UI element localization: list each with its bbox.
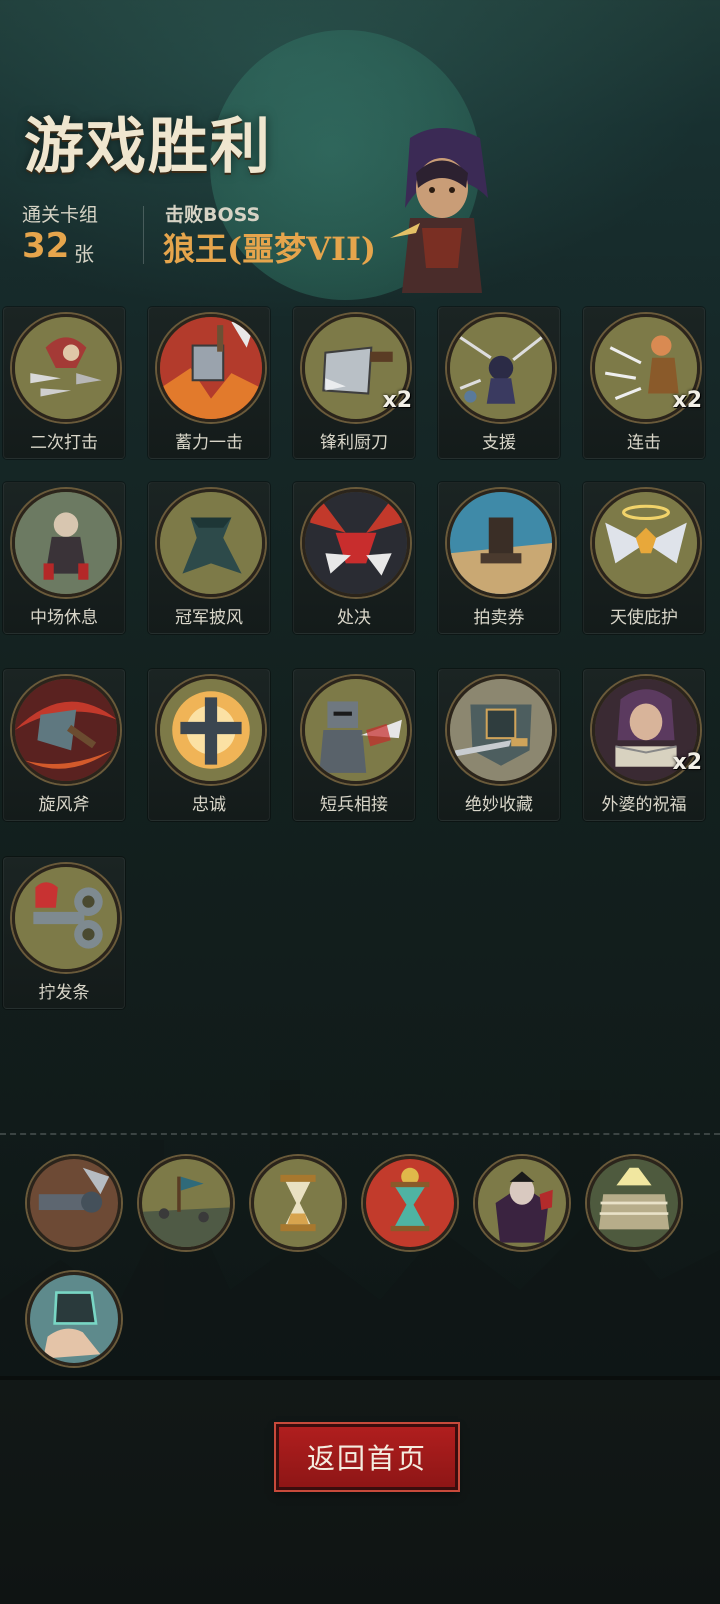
melee-icon <box>302 676 410 784</box>
card-item[interactable]: 天使庇护 <box>583 482 705 634</box>
wind-up-key-icon <box>12 864 120 972</box>
footer-bar <box>0 1376 720 1604</box>
card-item[interactable]: 拧发条 <box>3 857 125 1009</box>
boxing-ring-relic-icon[interactable] <box>587 1156 681 1250</box>
count-badge: x2 <box>672 750 703 775</box>
cape-icon <box>157 489 265 597</box>
card-item[interactable]: x2 锋利厨刀 <box>293 307 415 459</box>
card-name: 旋风斧 <box>38 795 90 815</box>
double-strike-icon <box>12 314 120 422</box>
hourglass-relic-icon[interactable] <box>251 1156 345 1250</box>
card-item[interactable]: 支援 <box>438 307 560 459</box>
card-name: 短兵相接 <box>320 795 388 815</box>
count-badge: x2 <box>382 388 413 413</box>
stat-divider <box>143 206 144 264</box>
card-name: 天使庇护 <box>610 608 678 628</box>
card-name: 处决 <box>337 608 371 628</box>
battlefield-relic-icon[interactable] <box>139 1156 233 1250</box>
card-name: 外婆的祝福 <box>601 795 687 815</box>
deck-unit: 张 <box>74 242 94 266</box>
card-name: 连击 <box>627 433 661 453</box>
card-item[interactable]: 短兵相接 <box>293 669 415 821</box>
card-item[interactable]: 中场休息 <box>3 482 125 634</box>
card-item[interactable]: 绝妙收藏 <box>438 669 560 821</box>
page-title: 游戏胜利 <box>24 112 272 182</box>
card-item[interactable]: 处决 <box>293 482 415 634</box>
magic-hand-relic-icon[interactable] <box>27 1272 121 1366</box>
card-name: 拧发条 <box>38 983 90 1003</box>
card-name: 拍卖券 <box>473 608 525 628</box>
intermission-icon <box>12 489 120 597</box>
card-name: 绝妙收藏 <box>465 795 533 815</box>
boss-label: 击败BOSS <box>165 204 261 226</box>
card-item[interactable]: 冠军披风 <box>148 482 270 634</box>
card-name: 支援 <box>482 433 516 453</box>
charged-strike-icon <box>157 314 265 422</box>
red-hourglass-relic-icon[interactable] <box>363 1156 457 1250</box>
card-name: 忠诚 <box>192 795 226 815</box>
card-name: 锋利厨刀 <box>320 433 388 453</box>
card-name: 二次打击 <box>30 433 98 453</box>
execute-icon <box>302 489 410 597</box>
card-item[interactable]: 旋风斧 <box>3 669 125 821</box>
support-icon <box>447 314 555 422</box>
deck-label: 通关卡组 <box>22 204 99 226</box>
auction-icon <box>447 489 555 597</box>
card-item[interactable]: 忠诚 <box>148 669 270 821</box>
return-home-button[interactable]: 返回首页 <box>276 1424 458 1490</box>
card-item[interactable]: x2 外婆的祝福 <box>583 669 705 821</box>
section-divider <box>0 1133 720 1135</box>
collection-icon <box>447 676 555 784</box>
card-item[interactable]: 蓄力一击 <box>148 307 270 459</box>
card-item[interactable]: x2 连击 <box>583 307 705 459</box>
card-item[interactable]: 拍卖券 <box>438 482 560 634</box>
card-name: 中场休息 <box>30 608 98 628</box>
card-name: 蓄力一击 <box>175 433 243 453</box>
count-badge: x2 <box>672 388 703 413</box>
cannon-relic-icon[interactable] <box>27 1156 121 1250</box>
deck-count: 32 <box>22 226 70 266</box>
angel-icon <box>592 489 700 597</box>
hero-portrait-icon <box>390 128 488 293</box>
boss-name: 狼王(噩梦VII) <box>163 230 377 268</box>
card-item[interactable]: 二次打击 <box>3 307 125 459</box>
loyalty-icon <box>157 676 265 784</box>
card-name: 冠军披风 <box>175 608 243 628</box>
whirlwind-axe-icon <box>12 676 120 784</box>
result-header: 游戏胜利 通关卡组 32 张 击败BOSS 狼王(噩梦VII) <box>0 0 720 310</box>
vampire-relic-icon[interactable] <box>475 1156 569 1250</box>
